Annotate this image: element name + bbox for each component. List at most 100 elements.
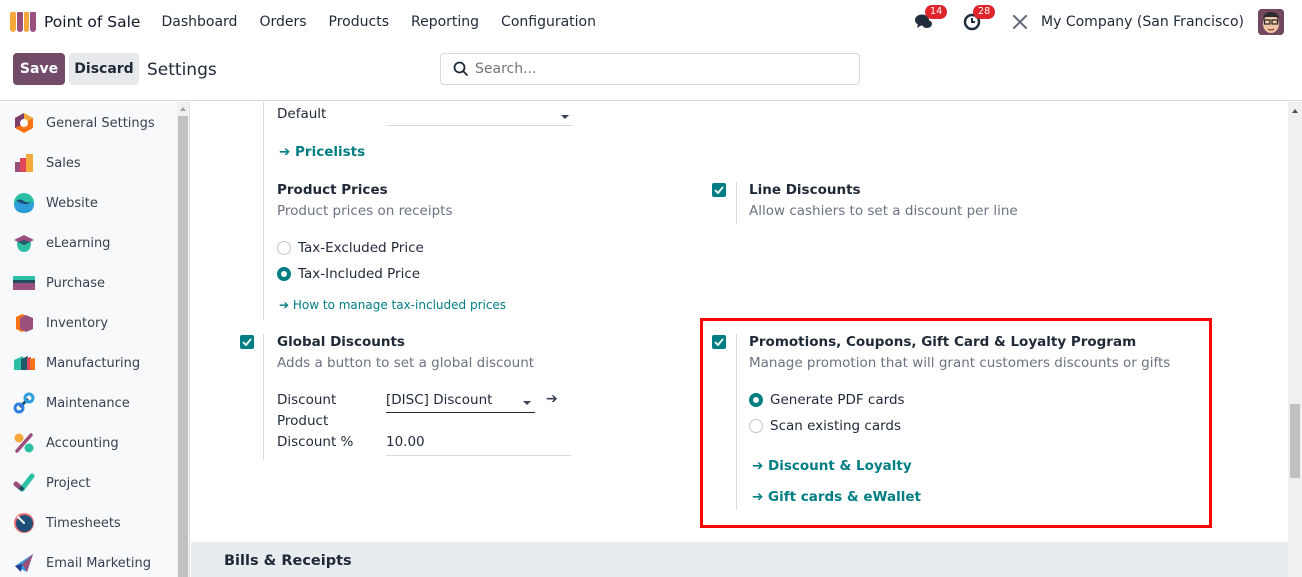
sidebar-label: Project: [46, 475, 91, 491]
checkmark-icon: [714, 186, 724, 194]
global-discounts-title: Global Discounts: [277, 334, 405, 350]
section-title: Bills & Receipts: [224, 553, 352, 569]
systray: 14 28 My Company (San Francisco): [913, 0, 1302, 44]
user-face-icon: [1258, 9, 1284, 35]
sidebar-label: Inventory: [46, 315, 109, 331]
top-navbar: Point of Sale Dashboard Orders Products …: [0, 0, 1302, 44]
general-settings-icon: [13, 112, 35, 134]
sidebar-item-elearning[interactable]: eLearning: [0, 223, 176, 263]
main-menu: Dashboard Orders Products Reporting Conf…: [150, 14, 607, 30]
purchase-icon: [13, 272, 35, 294]
settings-sidebar: General Settings Sales Website eLearning…: [0, 102, 190, 577]
messages-button[interactable]: 14: [913, 5, 948, 33]
section-header-bills-receipts: Bills & Receipts: [191, 542, 1288, 577]
timesheets-icon: [13, 512, 35, 534]
debug-tools-button[interactable]: [1009, 11, 1031, 33]
website-icon: [13, 192, 35, 214]
sidebar-label: Manufacturing: [46, 355, 141, 371]
line-discounts-description: Allow cashiers to set a discount per lin…: [749, 203, 1018, 219]
tools-icon: [1012, 14, 1028, 30]
radio-checked-icon: [277, 267, 291, 281]
sales-icon: [13, 152, 35, 174]
sidebar-label: Timesheets: [46, 515, 121, 531]
checkmark-icon: [242, 338, 252, 346]
activities-button[interactable]: 28: [961, 5, 996, 33]
email-marketing-icon: [13, 552, 35, 574]
line-discounts-checkbox[interactable]: [712, 183, 726, 197]
scroll-up-arrow-icon[interactable]: [1292, 109, 1298, 113]
sidebar-label: General Settings: [46, 115, 155, 131]
highlight-box: [700, 318, 1212, 528]
accounting-icon: [13, 432, 35, 454]
chevron-down-icon: [523, 401, 531, 405]
arrow-right-icon: ➔: [279, 298, 293, 312]
sidebar-item-accounting[interactable]: Accounting: [0, 423, 176, 463]
sidebar-item-purchase[interactable]: Purchase: [0, 263, 176, 303]
sidebar-label: Website: [46, 195, 98, 211]
messages-badge: 14: [925, 5, 948, 19]
search-box[interactable]: [440, 53, 860, 85]
sidebar-item-general-settings[interactable]: General Settings: [0, 103, 176, 143]
discount-percent-label: Discount %: [277, 434, 354, 450]
company-switcher[interactable]: My Company (San Francisco): [1041, 14, 1244, 30]
save-button[interactable]: Save: [13, 53, 65, 85]
global-discounts-checkbox[interactable]: [240, 335, 254, 349]
divider: [263, 182, 264, 320]
menu-dashboard[interactable]: Dashboard: [150, 14, 248, 30]
sidebar-item-sales[interactable]: Sales: [0, 143, 176, 183]
product-prices-title: Product Prices: [277, 182, 388, 198]
app-title: Point of Sale: [44, 13, 141, 31]
sidebar-scrollbar[interactable]: [177, 102, 189, 577]
manufacturing-icon: [13, 352, 35, 374]
pricelist-value: Default: [277, 106, 327, 122]
divider: [263, 102, 264, 190]
sidebar-label: eLearning: [46, 235, 111, 251]
line-discounts-title: Line Discounts: [749, 182, 861, 198]
divider: [736, 182, 737, 224]
pricelist-select[interactable]: [386, 106, 573, 126]
maintenance-icon: [13, 392, 35, 414]
search-input[interactable]: [475, 61, 835, 77]
point-of-sale-icon: [10, 12, 36, 32]
sidebar-item-email-marketing[interactable]: Email Marketing: [0, 543, 176, 577]
sidebar-item-maintenance[interactable]: Maintenance: [0, 383, 176, 423]
menu-products[interactable]: Products: [318, 14, 400, 30]
discount-product-select[interactable]: [DISC] Discount: [386, 392, 535, 413]
sidebar-label: Accounting: [46, 435, 119, 451]
pricelists-link[interactable]: ➔ Pricelists: [279, 144, 365, 160]
sidebar-scroll-thumb[interactable]: [178, 116, 188, 577]
sidebar-item-manufacturing[interactable]: Manufacturing: [0, 343, 176, 383]
product-prices-description: Product prices on receipts: [277, 203, 453, 219]
activities-badge: 28: [973, 5, 996, 19]
discount-product-label-2: Product: [277, 413, 329, 429]
user-avatar[interactable]: [1258, 9, 1284, 35]
menu-configuration[interactable]: Configuration: [490, 14, 607, 30]
discard-button[interactable]: Discard: [69, 53, 139, 85]
global-discounts-description: Adds a button to set a global discount: [277, 355, 535, 371]
app-brand[interactable]: Point of Sale: [10, 12, 150, 32]
search-icon: [453, 61, 468, 76]
sidebar-item-inventory[interactable]: Inventory: [0, 303, 176, 343]
sidebar-item-website[interactable]: Website: [0, 183, 176, 223]
internal-link-arrow-icon[interactable]: ➔: [546, 391, 558, 407]
main-scrollbar[interactable]: [1288, 102, 1302, 577]
sidebar-item-project[interactable]: Project: [0, 463, 176, 503]
sidebar-label: Purchase: [46, 275, 106, 291]
control-panel: Save Discard Settings: [0, 44, 1302, 101]
scroll-up-arrow-icon[interactable]: [180, 107, 186, 111]
sidebar-label: Email Marketing: [46, 555, 151, 571]
inventory-icon: [13, 312, 35, 334]
chevron-down-icon: [561, 115, 569, 119]
discount-percent-input[interactable]: 10.00: [386, 434, 571, 456]
radio-tax-excluded[interactable]: Tax-Excluded Price: [277, 240, 424, 256]
main-scroll-thumb[interactable]: [1290, 404, 1300, 478]
sidebar-item-timesheets[interactable]: Timesheets: [0, 503, 176, 543]
project-icon: [13, 472, 35, 494]
radio-unchecked-icon: [277, 241, 291, 255]
page-title: Settings: [147, 60, 217, 80]
sidebar-label: Sales: [46, 155, 81, 171]
menu-orders[interactable]: Orders: [248, 14, 317, 30]
tax-included-help-link[interactable]: ➔ How to manage tax-included prices: [279, 298, 506, 312]
radio-tax-included[interactable]: Tax-Included Price: [277, 266, 420, 282]
menu-reporting[interactable]: Reporting: [400, 14, 490, 30]
